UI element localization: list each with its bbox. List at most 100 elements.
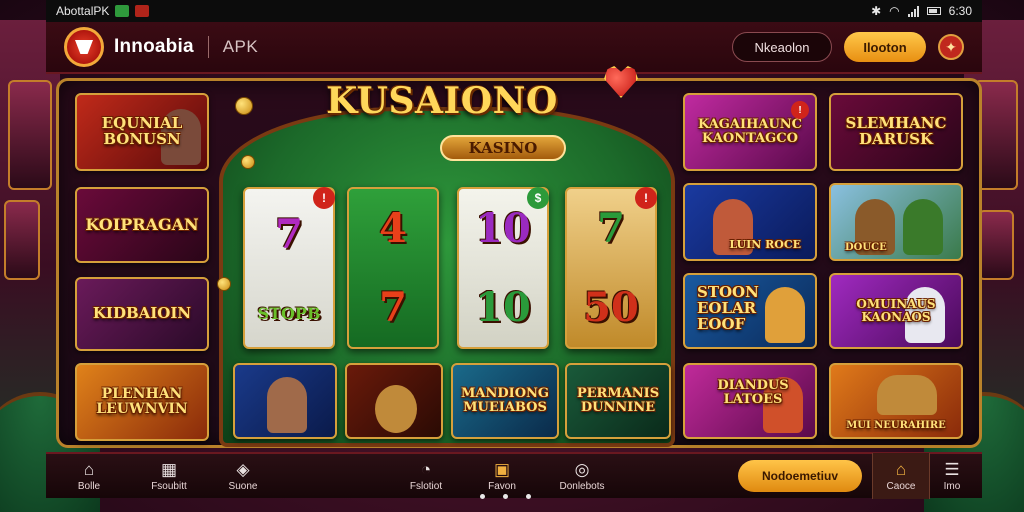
slot-icon: ◔ [420, 459, 432, 479]
nav-label: Fslotiot [409, 480, 443, 492]
page-indicator [480, 494, 531, 499]
reel[interactable]: ! 7 STOPB [243, 187, 335, 349]
center-title: KUSAIONO [326, 80, 558, 122]
home-icon: ⌂ [895, 459, 907, 479]
reel-symbol: 4 [379, 204, 407, 252]
slot-machine-decor [978, 210, 1014, 280]
app-icon-green [115, 5, 130, 17]
center-subtitle: KASINO [440, 135, 566, 161]
status-title: AbottalPK [56, 4, 110, 18]
game-tile[interactable]: EQUNIAL BONUSN [75, 93, 209, 171]
alert-icon: ! [791, 101, 809, 119]
nav-label: Donlebots [559, 480, 605, 492]
game-tile-title: STOON EOLAR EOOF [697, 283, 759, 333]
nav-label: Caoce [886, 480, 916, 492]
menu-icon: ☰ [944, 459, 960, 479]
reel-symbol: 7 [275, 210, 303, 258]
diamond-icon: ◈ [236, 459, 250, 479]
game-tile[interactable]: KIDBAIOIN [75, 277, 209, 351]
reel[interactable]: 4 7 [347, 187, 439, 349]
gift-icon: ▣ [493, 459, 511, 479]
home-icon: ⌂ [83, 459, 95, 479]
app-name: Innoabia [114, 36, 194, 57]
reel-symbol: 7 [379, 283, 407, 331]
battery-icon [926, 7, 941, 15]
game-tile[interactable]: MUI NEURAHIRE [829, 363, 963, 439]
slot-machine-decor [8, 80, 52, 190]
app-header: Innoabia APK Nkeaolon Ilooton ✦ [46, 22, 982, 74]
game-tile[interactable]: LUIN ROCE [683, 183, 817, 261]
game-tile-title: MUI NEURAHIRE [846, 419, 946, 431]
game-tile-title: KIDBAIOIN [92, 304, 192, 323]
dollar-icon: $ [527, 187, 549, 209]
outline-button[interactable]: Nkeaolon [732, 32, 832, 62]
nav-item-chat[interactable]: ◎ Donlebots [542, 453, 622, 499]
game-tile[interactable]: KAGAIHAUNC KAONTAGCO ! [683, 93, 817, 171]
reel-symbol: 50 [583, 283, 639, 331]
header-divider [207, 36, 209, 58]
game-tile-title: LUIN ROCE [729, 238, 801, 252]
gear-icon[interactable]: ✦ [938, 34, 964, 60]
nav-item-home[interactable]: ⌂ Bolle [46, 453, 132, 499]
nav-item-grid[interactable]: ▦ Fsoubitt [132, 453, 206, 499]
game-tile-title: KAGAIHAUNC KAONTAGCO [697, 117, 803, 146]
coin-icon [217, 277, 231, 291]
character-art [903, 199, 943, 255]
nav-item-slot[interactable]: ◔ Fslotiot [390, 453, 462, 499]
game-tile-title: PLENHAN LEUWNVIN [96, 386, 188, 417]
game-tile[interactable]: PLENHAN LEUWNVIN [75, 363, 209, 441]
app-subtitle: APK [222, 37, 259, 56]
grid-icon: ▦ [160, 459, 178, 479]
game-tile[interactable]: PERMANIS DUNNINE [565, 363, 671, 439]
nav-label: Suone [228, 480, 258, 492]
alert-icon: ! [313, 187, 335, 209]
reel[interactable]: $ 10 10 [457, 187, 549, 349]
game-tile[interactable]: STOON EOLAR EOOF [683, 273, 817, 349]
game-tile[interactable]: MANDIONG MUEIABOS [451, 363, 559, 439]
nav-label: Imo [943, 480, 961, 492]
wifi-icon: ◠ [889, 4, 900, 18]
game-tile-title: DOUCE [845, 241, 887, 253]
cat-art [877, 375, 937, 415]
cta-button[interactable]: Nodoemetiuv [738, 460, 862, 492]
game-tile-title: DIANDUS LATOES [717, 378, 789, 407]
reel[interactable]: ! 7 50 [565, 187, 657, 349]
character-art [267, 377, 307, 433]
logo-badge-icon[interactable] [64, 27, 104, 67]
nav-label: Bolle [77, 480, 101, 492]
lion-art [375, 385, 417, 433]
reel-symbol: 10 [475, 283, 531, 331]
chat-icon: ◎ [574, 459, 590, 479]
game-tile-title: SLEMHANC DARUSK [845, 114, 947, 148]
nav-item-gift[interactable]: ▣ Favon [462, 453, 542, 499]
game-tile-title: PERMANIS DUNNINE [576, 386, 660, 415]
game-tile[interactable] [345, 363, 443, 439]
app-icon-red [135, 5, 150, 17]
coin-icon [241, 155, 255, 169]
game-tile-title: EQUNIAL BONUSN [101, 114, 183, 148]
game-tile[interactable]: OMUINAUS KAONAOS [829, 273, 963, 349]
slot-machine-decor [4, 200, 40, 280]
bottom-nav: ⌂ Bolle ▦ Fsoubitt ◈ Suone ◔ Fslotiot ▣ … [46, 452, 982, 499]
gold-button[interactable]: Ilooton [844, 32, 926, 62]
game-tile-title: OMUINAUS KAONAOS [856, 297, 936, 324]
status-time: 6:30 [948, 4, 972, 18]
reel-symbol: 7 [597, 204, 625, 252]
status-bar: AbottalPK ✱ ◠ 6:30 [46, 0, 982, 22]
reel-symbol: 10 [475, 204, 531, 252]
game-tile-title: MANDIONG MUEIABOS [460, 386, 550, 415]
game-tile[interactable]: DIANDUS LATOES [683, 363, 817, 439]
nav-item-more[interactable]: ☰ Imo [930, 453, 974, 499]
game-tile[interactable] [233, 363, 337, 439]
nav-label: Favon [488, 480, 516, 492]
nav-item-active[interactable]: ⌂ Caoce [872, 453, 930, 499]
nav-label: Fsoubitt [151, 480, 187, 492]
alert-icon: ! [635, 187, 657, 209]
game-frame: EQUNIAL BONUSN KOIPRAGAN KIDBAIOIN PLENH… [56, 78, 982, 448]
bluetooth-icon: ✱ [871, 4, 882, 18]
game-tile[interactable]: KOIPRAGAN [75, 187, 209, 263]
game-tile[interactable]: SLEMHANC DARUSK [829, 93, 963, 171]
game-tile[interactable]: DOUCE [829, 183, 963, 261]
nav-item-diamond[interactable]: ◈ Suone [206, 453, 280, 499]
signal-icon [907, 5, 919, 17]
